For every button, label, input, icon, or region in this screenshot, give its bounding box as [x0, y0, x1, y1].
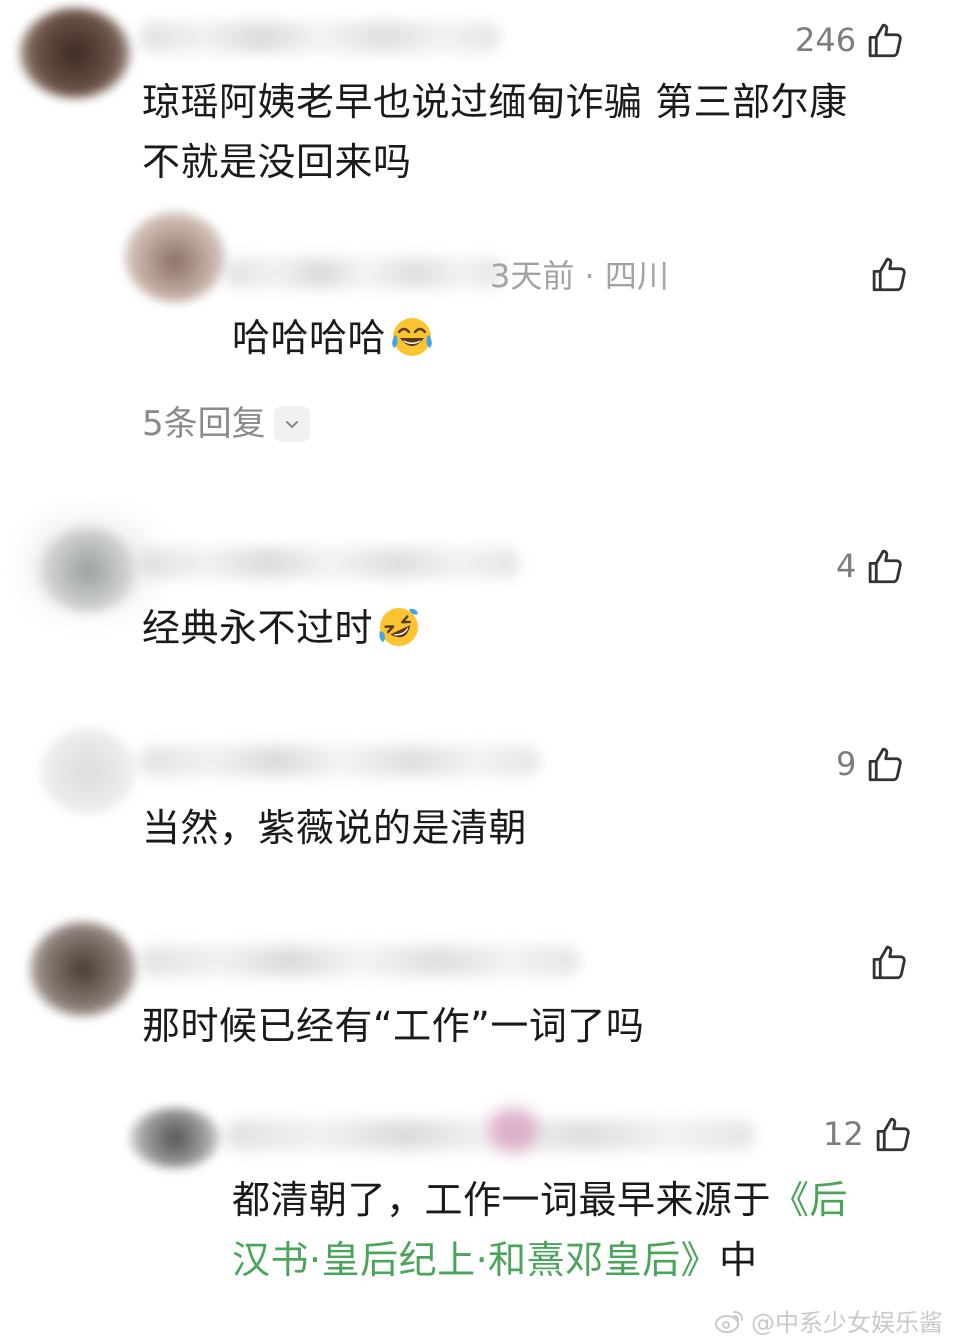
like-button[interactable]: 246 [795, 18, 906, 62]
like-button[interactable]: 9 [836, 742, 906, 786]
like-count: 246 [795, 21, 857, 59]
like-button[interactable] [868, 940, 910, 984]
comment-text: 琼瑶阿姨老早也说过缅甸诈骗 第三部尔康 不就是没回来吗 [142, 80, 848, 184]
comment-text: 当然，紫薇说的是清朝 [142, 806, 528, 850]
reply-text: 哈哈哈哈 [232, 308, 434, 368]
blurred-badge [488, 1108, 538, 1152]
watermark-text: @中系少女娱乐酱 [751, 1309, 943, 1337]
username-blurred[interactable] [140, 22, 500, 52]
reply-meta: 3天前 · 四川 [490, 257, 669, 295]
weibo-logo-icon [715, 1310, 743, 1333]
avatar[interactable] [40, 528, 136, 612]
thumbs-up-icon [872, 257, 906, 292]
username-blurred[interactable] [140, 946, 580, 976]
view-replies-button[interactable]: 5条回复 [142, 402, 310, 446]
book-reference-link[interactable]: 《后 [771, 1178, 848, 1222]
avatar[interactable] [40, 728, 136, 814]
comment-text: 那时候已经有“工作”一词了吗 [142, 1004, 645, 1048]
reply-text: 都清朝了，工作一词最早来源于《后 汉书·皇后纪上·和熹邓皇后》中 [232, 1178, 849, 1282]
thumbs-up-icon [876, 1117, 910, 1152]
avatar[interactable] [20, 8, 130, 98]
username-blurred[interactable] [140, 746, 540, 776]
rolling-laughing-emoji [379, 608, 419, 646]
book-reference-link[interactable]: 汉书·皇后纪上·和熹邓皇后》 [232, 1238, 719, 1282]
like-count: 4 [836, 547, 857, 585]
watermark: @中系少女娱乐酱 [715, 1303, 943, 1338]
avatar[interactable] [30, 922, 136, 1016]
comment-text: 经典永不过时 [142, 598, 421, 658]
like-button[interactable]: 12 [823, 1112, 914, 1156]
thumbs-up-icon [872, 945, 906, 980]
chevron-down-icon [273, 406, 310, 442]
like-button[interactable]: 4 [836, 544, 906, 588]
username-blurred[interactable] [225, 258, 505, 288]
avatar[interactable] [125, 212, 225, 302]
username-blurred[interactable] [140, 548, 520, 578]
replies-count-label: 5条回复 [142, 404, 266, 444]
like-button[interactable] [868, 252, 910, 296]
thumbs-up-icon [869, 549, 903, 584]
like-count: 12 [823, 1115, 864, 1153]
thumbs-up-icon [868, 23, 902, 58]
thumbs-up-icon [869, 747, 903, 782]
avatar[interactable] [130, 1108, 220, 1168]
like-count: 9 [836, 745, 857, 783]
tears-of-joy-emoji [392, 318, 432, 356]
